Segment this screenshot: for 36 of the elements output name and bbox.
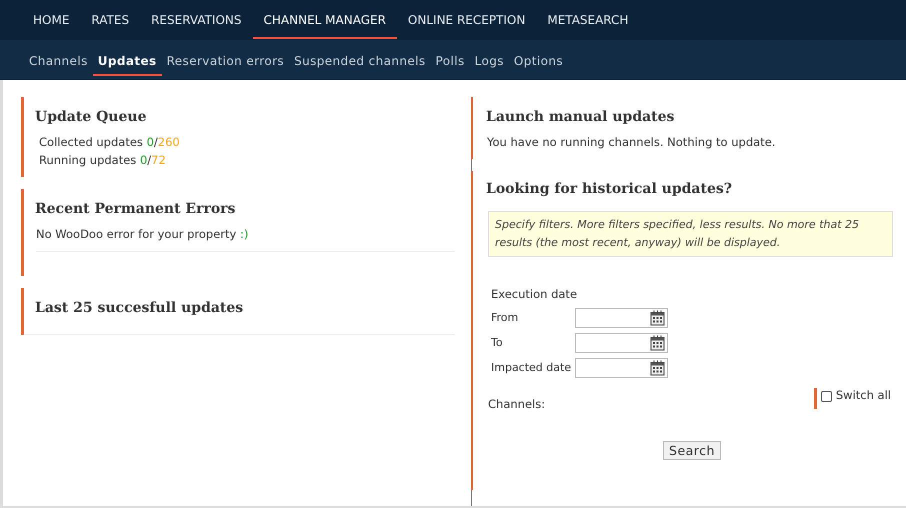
calendar-icon[interactable] [650, 310, 665, 326]
group-label: Execution date [491, 287, 578, 301]
sub-nav-tab[interactable]: Reservation errors [162, 44, 290, 76]
nav-tab[interactable]: METASEARCH [536, 1, 640, 39]
calendar-icon[interactable] [650, 360, 665, 376]
section-title: Recent Permanent Errors [35, 201, 236, 217]
field-label: From [491, 311, 520, 324]
field-label: Impacted date [491, 361, 572, 374]
calendar-icon[interactable] [650, 334, 665, 350]
date-field[interactable] [575, 332, 668, 352]
field-label: Channels: [488, 397, 546, 411]
sub-nav-tab[interactable]: Polls [430, 44, 470, 76]
sub-nav-tab[interactable]: Channels [24, 44, 93, 76]
status-message: No WooDoo error for your property :) [36, 227, 248, 241]
nav-tab[interactable]: RESERVATIONS [140, 1, 253, 39]
checkbox-label: Switch all [836, 388, 891, 402]
nav-tab[interactable]: HOME [22, 1, 80, 39]
queue-count: Running updates 0/72 [39, 153, 167, 167]
date-field[interactable] [575, 308, 668, 328]
field-label: To [491, 336, 504, 349]
nav-tab[interactable]: RATES [80, 1, 140, 39]
section-title: Update Queue [35, 109, 148, 125]
sub-nav-tab[interactable]: Logs [470, 44, 509, 76]
section-title: Last 25 succesfull updates [35, 300, 244, 316]
search-button[interactable]: Search [663, 441, 721, 460]
section-title: Looking for historical updates? [486, 181, 733, 197]
queue-count: Collected updates 0/260 [39, 135, 181, 149]
checkbox[interactable] [820, 391, 832, 402]
status-message: You have no running channels. Nothing to update. [487, 135, 776, 151]
info-notice: Specify filters. More filters specified, less results. No more that 25 results (the most recent, anyway) will be displayed. [488, 211, 893, 257]
date-field[interactable] [575, 358, 668, 378]
sub-nav-tab[interactable]: Suspended channels [289, 44, 431, 76]
section-title: Launch manual updates [486, 109, 676, 125]
sub-nav-tab[interactable]: Options [508, 44, 568, 76]
nav-tab[interactable]: ONLINE RECEPTION [396, 1, 536, 39]
sub-nav-tab[interactable]: Updates [92, 44, 162, 76]
